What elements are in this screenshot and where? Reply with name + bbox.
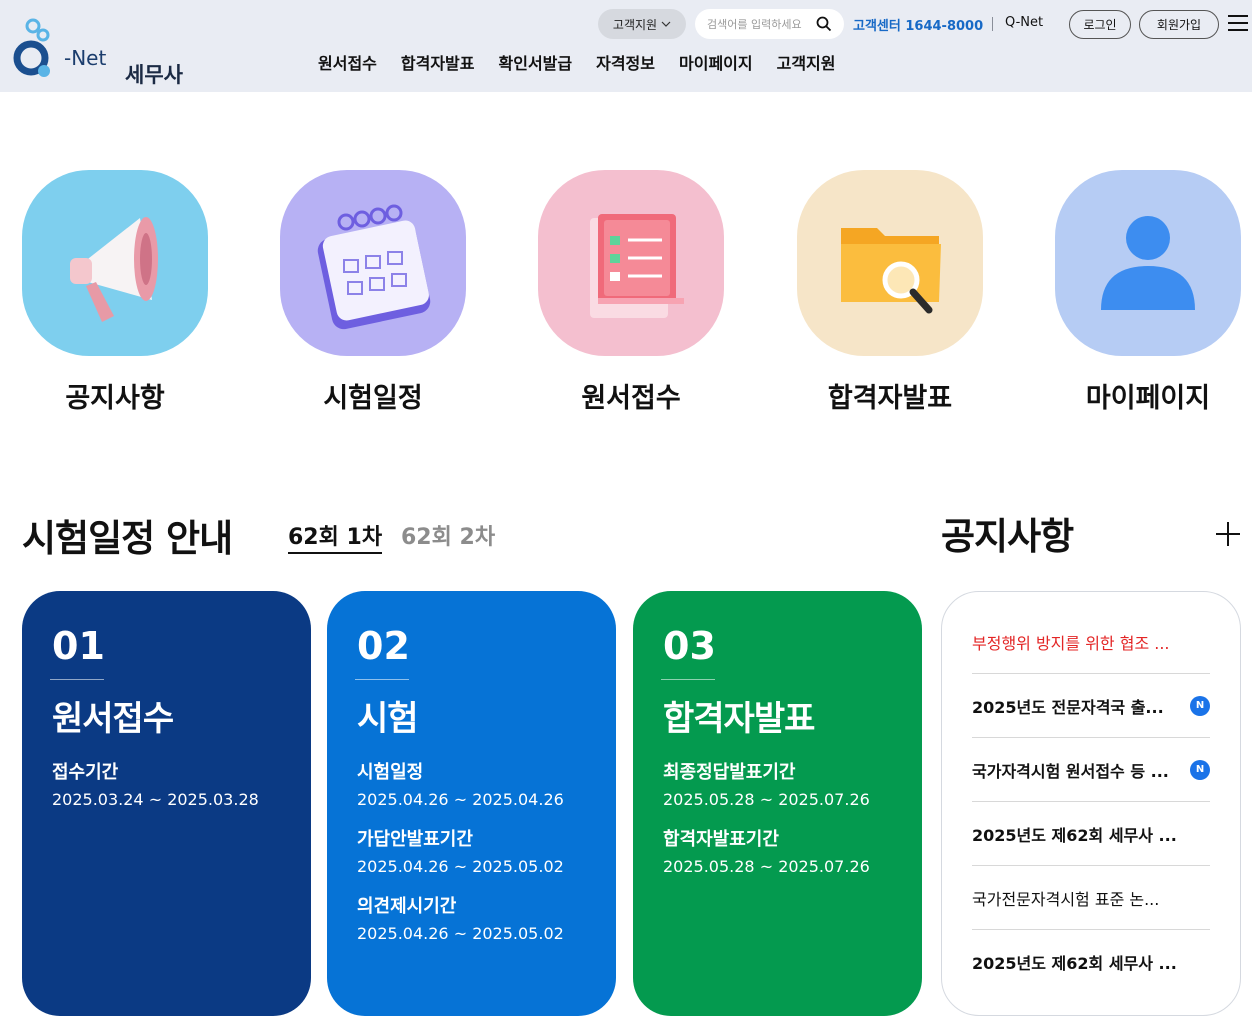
notice-title: 2025년도 제62회 세무사 ... <box>972 825 1177 845</box>
search-input[interactable] <box>707 17 815 31</box>
schedule-item-period: 2025.04.26 ~ 2025.04.26 <box>357 790 564 809</box>
qnet-logo[interactable]: -Net 세무사 <box>12 16 187 87</box>
list-item[interactable]: 국가전문자격시험 표준 논... <box>972 866 1210 930</box>
schedule-item-period: 2025.05.28 ~ 2025.07.26 <box>663 790 870 809</box>
card-number: 01 <box>52 624 105 668</box>
schedule-item-label: 의견제시기간 <box>357 896 457 917</box>
schedule-card-apply[interactable]: 01 원서접수 접수기간 2025.03.24 ~ 2025.03.28 <box>22 591 311 1016</box>
quick-tile <box>22 170 208 356</box>
list-item[interactable]: 2025년도 제62회 세무사 ... <box>972 930 1210 994</box>
chevron-down-icon <box>661 21 671 27</box>
nav-item-results[interactable]: 합격자발표 <box>401 50 475 74</box>
plus-icon[interactable] <box>1215 521 1241 547</box>
quick-menu-notice[interactable]: 공지사항 <box>22 170 208 415</box>
schedule-card-exam[interactable]: 02 시험 시험일정 2025.04.26 ~ 2025.04.26 가답안발표… <box>327 591 616 1016</box>
search-box <box>695 9 844 39</box>
schedule-item-label: 최종정답발표기간 <box>663 762 796 783</box>
hamburger-menu-icon[interactable] <box>1228 15 1248 33</box>
notice-title: 2025년도 전문자격국 출... <box>972 697 1164 717</box>
schedule-item: 합격자발표기간 2025.05.28 ~ 2025.07.26 <box>663 825 892 876</box>
schedule-item: 의견제시기간 2025.04.26 ~ 2025.05.02 <box>357 892 586 943</box>
list-item[interactable]: 부정행위 방지를 위한 협조 ... <box>972 610 1210 674</box>
qnet-logo-icon <box>13 18 50 77</box>
schedule-item-period: 2025.04.26 ~ 2025.05.02 <box>357 924 564 943</box>
site-header: -Net 세무사 고객지원 고객센터 1644-8000 Q-Net 로그인 회… <box>0 0 1252 92</box>
search-icon[interactable] <box>816 16 832 32</box>
divider <box>355 679 409 680</box>
notice-title: 국가전문자격시험 표준 논... <box>972 889 1160 909</box>
calendar-icon <box>317 204 431 330</box>
quick-label: 마이페이지 <box>1085 383 1211 414</box>
qnet-link[interactable]: Q-Net <box>1005 15 1043 30</box>
logo-brand: -Net <box>64 46 107 70</box>
list-item[interactable]: 국가자격시험 원서접수 등 ... N <box>972 738 1210 802</box>
nav-item-support[interactable]: 고객지원 <box>777 50 836 74</box>
schedule-item-label: 시험일정 <box>357 762 424 783</box>
login-button[interactable]: 로그인 <box>1069 10 1131 39</box>
support-dropdown[interactable]: 고객지원 <box>598 9 686 39</box>
card-title: 원서접수 <box>52 699 174 739</box>
schedule-item: 시험일정 2025.04.26 ~ 2025.04.26 <box>357 758 586 809</box>
nav-item-mypage[interactable]: 마이페이지 <box>679 50 753 74</box>
card-title: 합격자발표 <box>663 699 815 739</box>
schedule-item: 가답안발표기간 2025.04.26 ~ 2025.05.02 <box>357 825 586 876</box>
notice-section-title: 공지사항 <box>941 515 1074 558</box>
document-icon <box>590 214 684 318</box>
main-nav: 원서접수 합격자발표 확인서발급 자격정보 마이페이지 고객지원 <box>318 50 860 74</box>
tab-round-1[interactable]: 62회 1차 <box>288 519 383 554</box>
folder-search-icon <box>841 228 941 314</box>
quick-label: 합격자발표 <box>827 383 953 414</box>
schedule-item-period: 2025.04.26 ~ 2025.05.02 <box>357 857 564 876</box>
list-item[interactable]: 2025년도 제62회 세무사 ... <box>972 802 1210 866</box>
schedule-item-label: 가답안발표기간 <box>357 829 473 850</box>
quick-tile <box>280 170 466 356</box>
new-badge: N <box>1190 695 1210 716</box>
notice-list: 부정행위 방지를 위한 협조 ... 2025년도 전문자격국 출... N 국… <box>941 591 1241 1016</box>
quick-menu-mypage[interactable]: 마이페이지 <box>1055 170 1241 415</box>
notice-title: 부정행위 방지를 위한 협조 ... <box>972 633 1170 653</box>
customer-center-phone[interactable]: 고객센터 1644-8000 <box>853 15 983 34</box>
tab-round-2[interactable]: 62회 2차 <box>401 519 495 551</box>
schedule-item: 접수기간 2025.03.24 ~ 2025.03.28 <box>52 758 281 809</box>
card-number: 02 <box>357 624 410 668</box>
nav-item-certificate[interactable]: 확인서발급 <box>499 50 573 74</box>
join-button[interactable]: 회원가입 <box>1139 10 1219 39</box>
quick-menu-results[interactable]: 합격자발표 <box>797 170 983 415</box>
schedule-item: 최종정답발표기간 2025.05.28 ~ 2025.07.26 <box>663 758 892 809</box>
quick-tile <box>538 170 724 356</box>
nav-item-apply[interactable]: 원서접수 <box>318 50 377 74</box>
schedule-item-label: 합격자발표기간 <box>663 829 779 850</box>
divider <box>661 679 715 680</box>
schedule-card-results[interactable]: 03 합격자발표 최종정답발표기간 2025.05.28 ~ 2025.07.2… <box>633 591 922 1016</box>
list-item[interactable]: 2025년도 전문자격국 출... N <box>972 674 1210 738</box>
quick-menu-apply[interactable]: 원서접수 <box>538 170 724 415</box>
user-icon <box>1101 216 1195 310</box>
notice-title: 2025년도 제62회 세무사 ... <box>972 954 1177 973</box>
notice-title: 국가자격시험 원서접수 등 ... <box>972 761 1169 781</box>
quick-menu-schedule[interactable]: 시험일정 <box>280 170 466 415</box>
quick-label: 원서접수 <box>581 383 681 414</box>
schedule-section-title: 시험일정 안내 <box>22 517 233 560</box>
quick-tile <box>797 170 983 356</box>
schedule-item-period: 2025.03.24 ~ 2025.03.28 <box>52 790 259 809</box>
schedule-item-period: 2025.05.28 ~ 2025.07.26 <box>663 857 870 876</box>
quick-tile <box>1055 170 1241 356</box>
card-title: 시험 <box>357 699 419 739</box>
nav-item-qualification-info[interactable]: 자격정보 <box>596 50 655 74</box>
support-dropdown-label: 고객지원 <box>612 17 658 32</box>
card-number: 03 <box>663 624 716 668</box>
megaphone-icon <box>70 217 158 322</box>
schedule-item-label: 접수기간 <box>52 762 119 783</box>
logo-site-name: 세무사 <box>125 63 183 87</box>
quick-label: 시험일정 <box>323 383 423 414</box>
quick-label: 공지사항 <box>65 383 165 414</box>
divider <box>992 17 993 31</box>
new-badge: N <box>1190 759 1210 780</box>
divider <box>50 679 104 680</box>
